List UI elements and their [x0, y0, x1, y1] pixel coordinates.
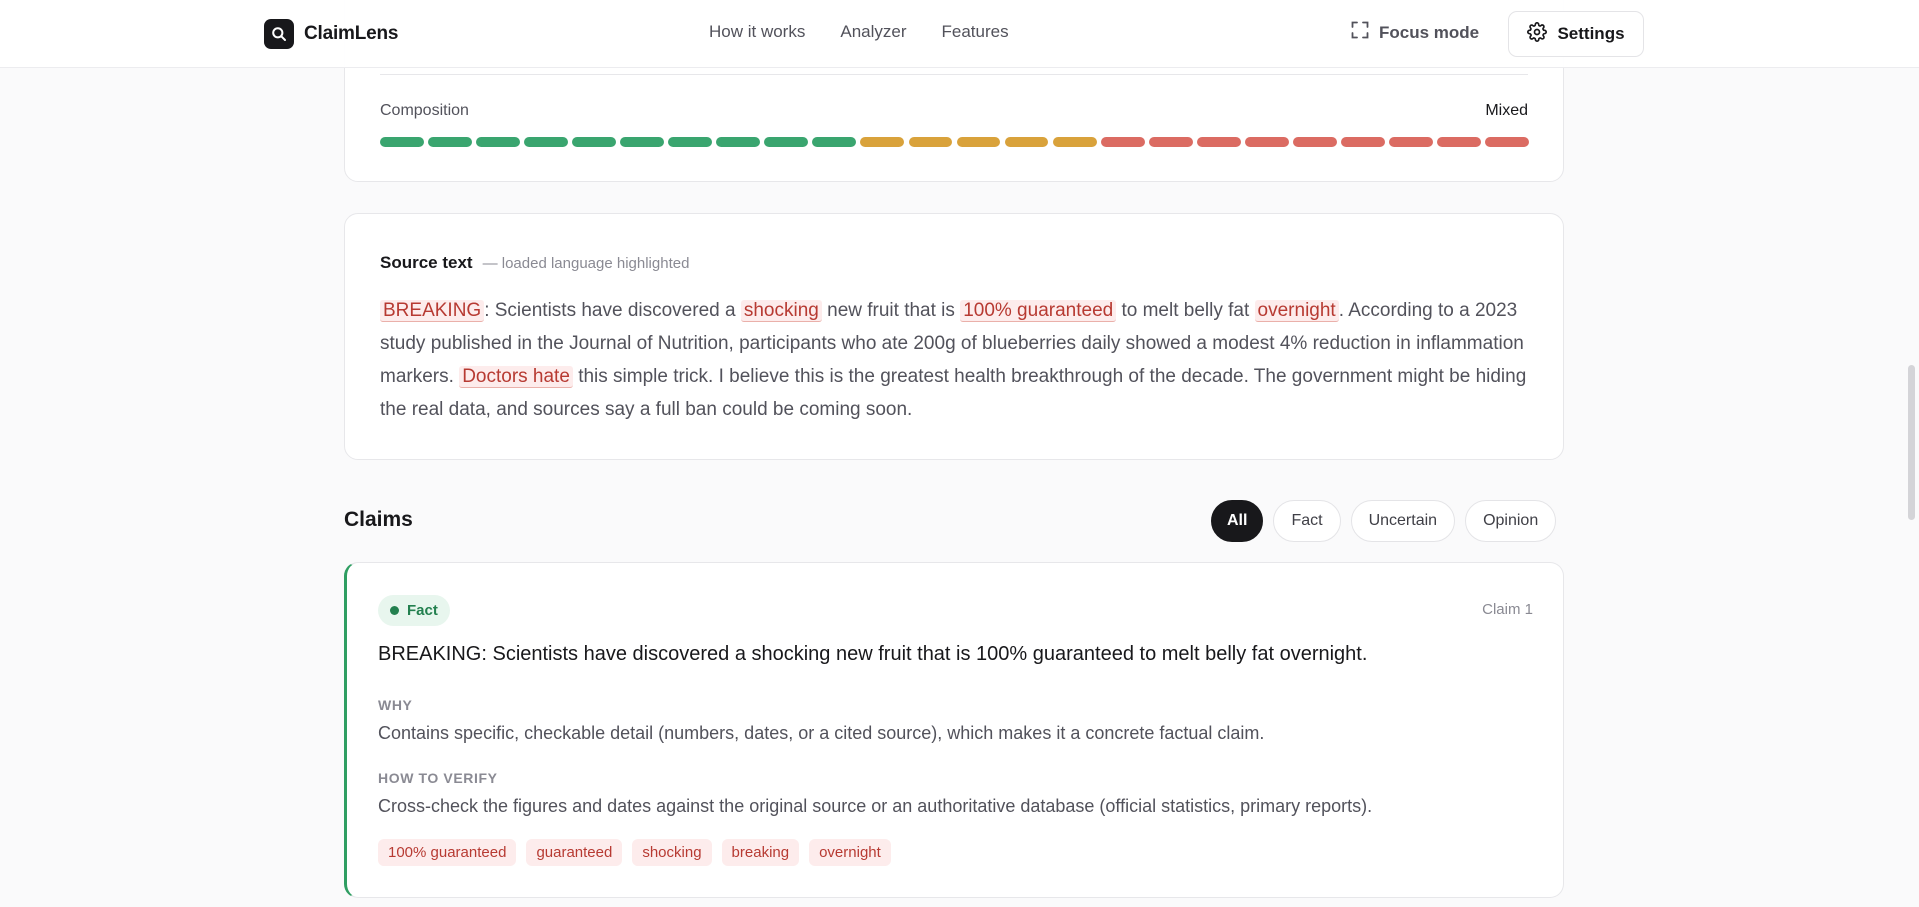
- composition-segment-fact: [572, 137, 617, 147]
- composition-segment-uncertain: [1052, 137, 1097, 147]
- claim-text: BREAKING: Scientists have discovered a s…: [378, 643, 1368, 665]
- nav-link-how-it-works[interactable]: How it works: [709, 22, 805, 42]
- expand-icon: [1351, 21, 1369, 44]
- top-navigation-bar: ClaimLens How it works Analyzer Features…: [0, 0, 1919, 68]
- composition-segment-opinion: [1100, 137, 1145, 147]
- loaded-term-tag: overnight: [809, 839, 891, 866]
- claim-number: Claim 1: [1482, 601, 1533, 618]
- focus-mode-button[interactable]: Focus mode: [1351, 21, 1479, 44]
- claims-filter-group: All Fact Uncertain Opinion: [1211, 500, 1557, 542]
- filter-fact[interactable]: Fact: [1273, 500, 1341, 542]
- source-text-title: Source text: [380, 253, 473, 272]
- composition-segment-fact: [524, 137, 568, 147]
- composition-segment-opinion: [1388, 137, 1433, 147]
- loaded-terms-tags: 100% guaranteed guaranteed shocking breakin…: [378, 839, 891, 866]
- source-text-subtitle: — loaded language highlighted: [482, 255, 690, 272]
- brand-name: ClaimLens: [304, 23, 399, 44]
- main-nav: How it works Analyzer Features: [709, 22, 1009, 42]
- loaded-language-highlight: shocking: [740, 300, 822, 322]
- composition-value: Mixed: [1485, 102, 1528, 119]
- filter-opinion[interactable]: Opinion: [1465, 500, 1557, 542]
- composition-segment-fact: [380, 137, 424, 147]
- search-icon: [264, 19, 294, 49]
- loaded-term-tag: guaranteed: [526, 839, 623, 866]
- composition-segment-uncertain: [908, 137, 953, 147]
- nav-link-features[interactable]: Features: [942, 22, 1009, 42]
- verify-label: HOW TO VERIFY: [378, 770, 498, 786]
- composition-segment-fact: [716, 137, 761, 147]
- settings-label: Settings: [1557, 24, 1625, 43]
- composition-segment-fact: [764, 137, 809, 147]
- status-dot-icon: [390, 606, 399, 615]
- claim-type-label: Fact: [407, 602, 438, 619]
- loaded-term-tag: 100% guaranteed: [378, 839, 517, 866]
- scrollbar-thumb[interactable]: [1908, 365, 1915, 520]
- composition-segment-opinion: [1196, 137, 1241, 147]
- composition-segment-opinion: [1340, 137, 1385, 147]
- focus-mode-label: Focus mode: [1379, 22, 1480, 42]
- composition-segment-fact: [476, 137, 520, 147]
- composition-segment-fact: [668, 137, 713, 147]
- divider: [380, 74, 1528, 75]
- loaded-term-tag: breaking: [721, 839, 800, 866]
- composition-segment-opinion: [1437, 137, 1481, 147]
- composition-segment-uncertain: [956, 137, 1001, 147]
- composition-segment-uncertain: [860, 137, 905, 147]
- source-text-card: Source text — loaded language highlighte…: [344, 213, 1564, 460]
- composition-segment-fact: [620, 137, 665, 147]
- composition-segment-opinion: [1292, 137, 1337, 147]
- filter-all[interactable]: All: [1211, 500, 1264, 542]
- source-text-header: Source text — loaded language highlighte…: [380, 253, 689, 273]
- composition-segment-uncertain: [1004, 137, 1049, 147]
- claim-card[interactable]: Fact Claim 1 BREAKING: Scientists have d…: [344, 562, 1564, 898]
- composition-label: Composition: [380, 102, 469, 119]
- nav-link-analyzer[interactable]: Analyzer: [840, 22, 906, 42]
- composition-segment-opinion: [1244, 137, 1289, 147]
- source-text-segment: to melt belly fat: [1116, 300, 1255, 321]
- why-label: WHY: [378, 697, 413, 713]
- source-text-segment: : Scientists have discovered a: [484, 300, 741, 321]
- verify-text: Cross-check the figures and dates agains…: [378, 796, 1373, 816]
- settings-button[interactable]: Settings: [1508, 11, 1644, 57]
- composition-segment-fact: [812, 137, 857, 147]
- loaded-language-highlight: overnight: [1254, 300, 1339, 322]
- filter-uncertain[interactable]: Uncertain: [1350, 500, 1456, 542]
- claim-type-badge: Fact: [378, 595, 450, 626]
- loaded-language-highlight: BREAKING: [380, 300, 485, 322]
- composition-segment-fact: [428, 137, 472, 147]
- composition-row: Composition Mixed: [380, 102, 1528, 120]
- composition-bar: [380, 137, 1529, 147]
- loaded-language-highlight: Doctors hate: [459, 366, 573, 388]
- loaded-term-tag: shocking: [632, 839, 712, 866]
- claims-heading: Claims: [344, 508, 413, 531]
- composition-segment-opinion: [1485, 137, 1529, 147]
- gear-icon: [1527, 21, 1548, 47]
- loaded-language-highlight: 100% guaranteed: [960, 300, 1117, 322]
- why-text: Contains specific, checkable detail (num…: [378, 723, 1265, 743]
- source-text-body: BREAKING: Scientists have discovered a s…: [380, 294, 1540, 426]
- source-text-segment: new fruit that is: [821, 300, 961, 321]
- composition-segment-opinion: [1148, 137, 1193, 147]
- brand-logo-link[interactable]: ClaimLens: [264, 19, 398, 49]
